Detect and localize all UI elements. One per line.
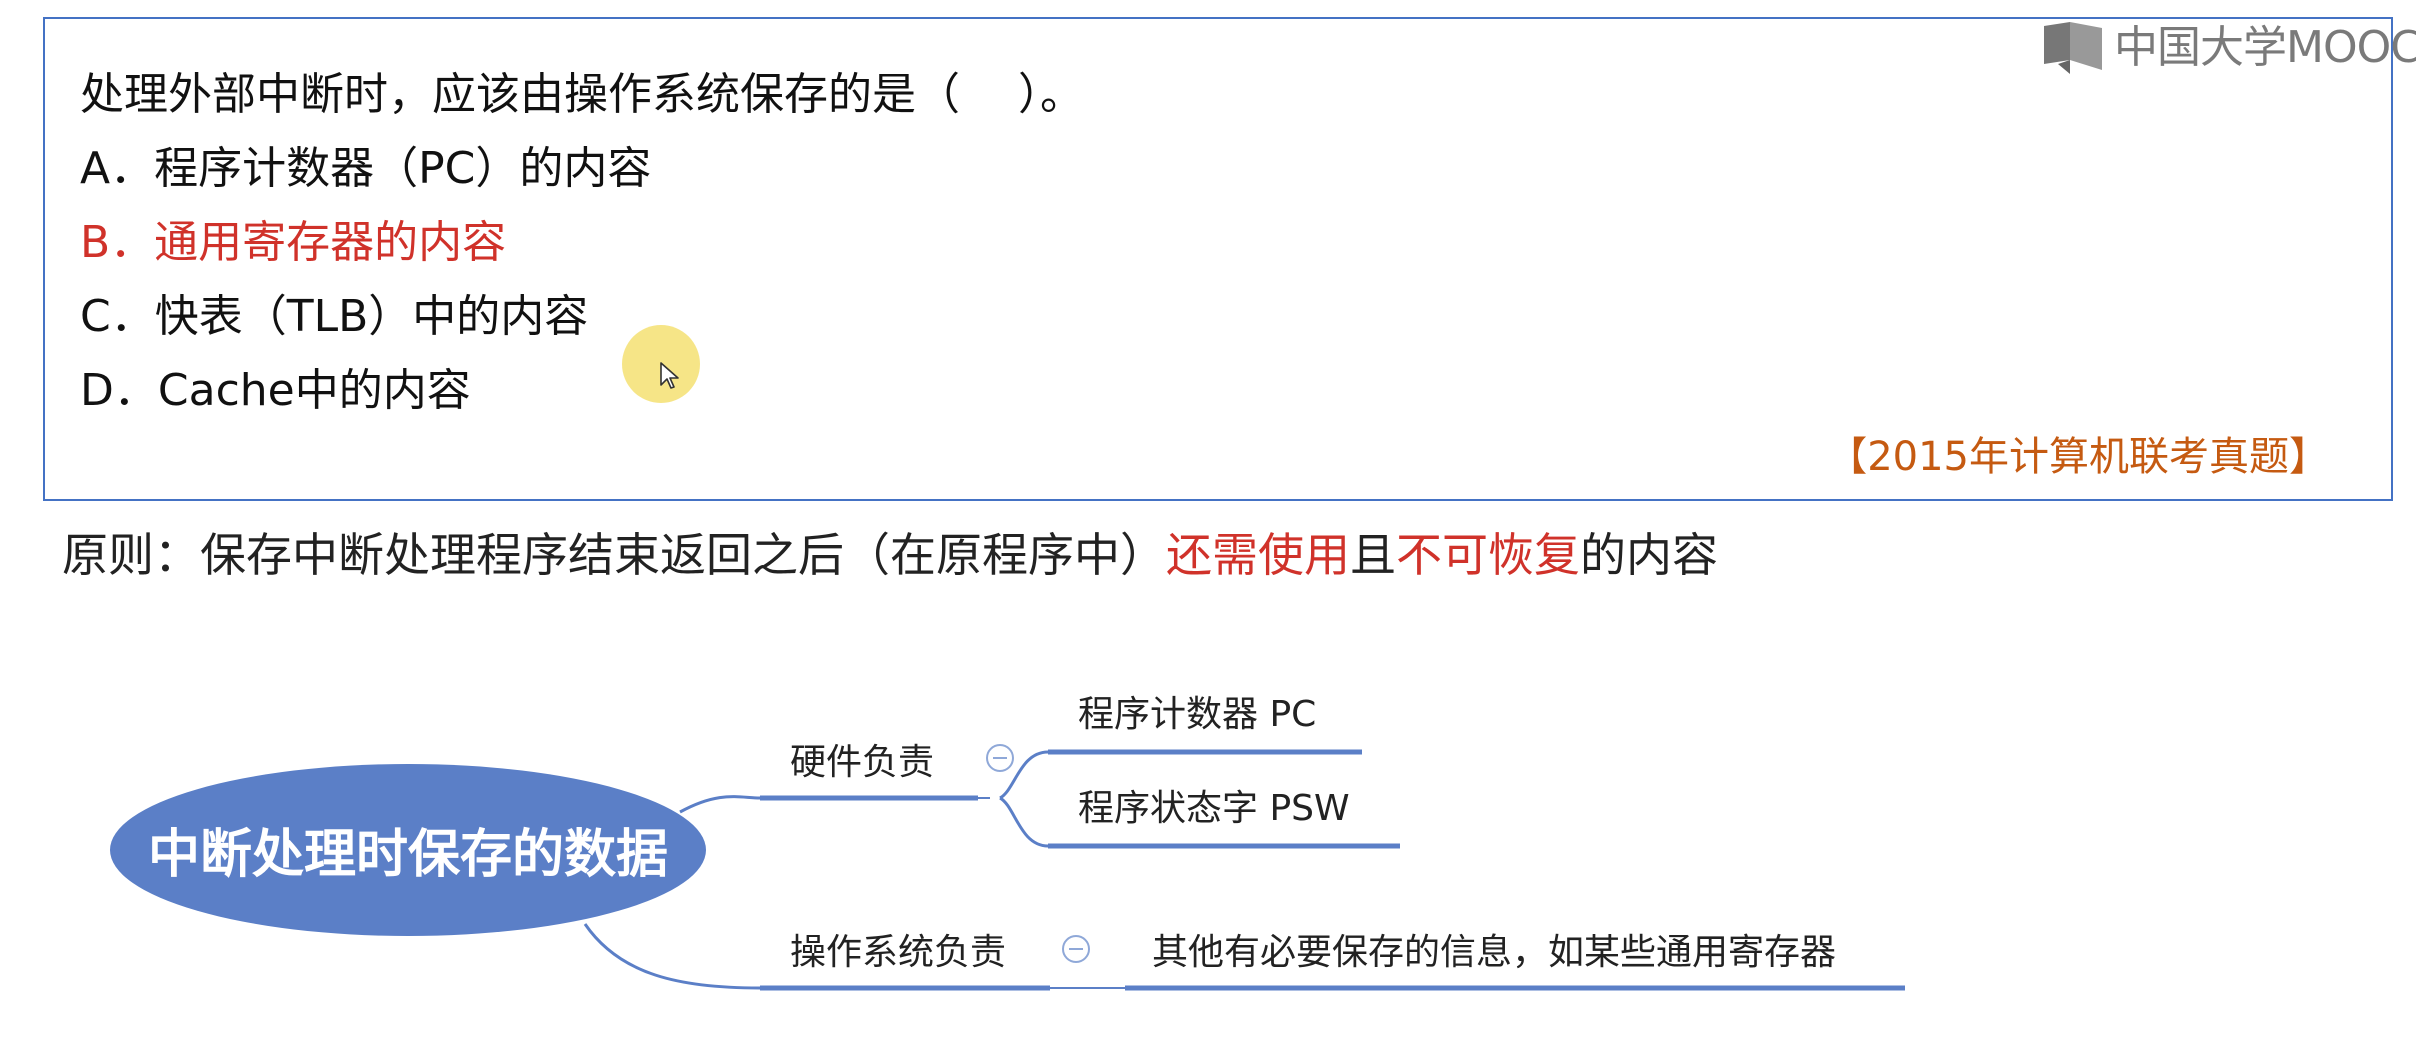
root-node-label: 中断处理时保存的数据 <box>147 824 668 885</box>
branch-os-label: 操作系统负责 <box>790 932 1007 973</box>
branch-hardware-label: 硬件负责 <box>790 742 935 783</box>
hw-item-psw-label: 程序状态字 PSW <box>1078 788 1350 829</box>
connector-hw-psw <box>999 796 1049 848</box>
hw-item-pc-label: 程序计数器 PC <box>1078 694 1317 735</box>
os-item-label: 其他有必要保存的信息，如某些通用寄存器 <box>1152 932 1837 973</box>
